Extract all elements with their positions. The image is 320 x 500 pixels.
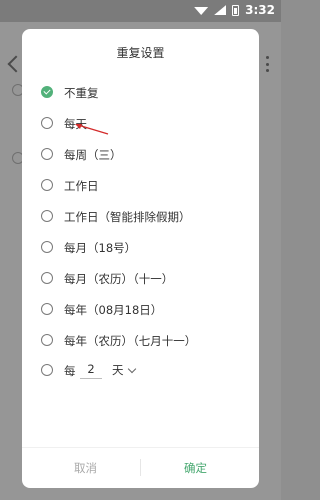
option-label: 每周（三）: [64, 148, 122, 162]
radio-icon[interactable]: [41, 179, 53, 191]
option-label: 不重复: [64, 86, 99, 100]
chevron-down-icon: [127, 364, 136, 373]
radio-icon[interactable]: [41, 334, 53, 346]
option-daily[interactable]: 每天: [22, 108, 259, 139]
confirm-button[interactable]: 确定: [184, 460, 207, 476]
status-bar: 3:32: [0, 0, 281, 22]
option-label: 每月（18号）: [64, 241, 137, 255]
radio-icon[interactable]: [41, 117, 53, 129]
option-workday-smart[interactable]: 工作日（智能排除假期）: [22, 201, 259, 232]
option-label: 工作日: [64, 179, 99, 193]
option-monthly-lunar[interactable]: 每月（农历）（十一）: [22, 263, 259, 294]
signal-icon: [214, 5, 227, 15]
custom-prefix: 每: [64, 364, 76, 378]
option-label: 每年（08月18日）: [64, 303, 163, 317]
interval-input[interactable]: 2: [80, 360, 102, 379]
radio-icon[interactable]: [41, 272, 53, 284]
radio-checked-icon[interactable]: [41, 86, 53, 98]
option-workday[interactable]: 工作日: [22, 170, 259, 201]
option-label: 每月（农历）（十一）: [64, 272, 174, 286]
option-custom-interval[interactable]: 每 2 天: [22, 355, 259, 386]
radio-icon[interactable]: [41, 210, 53, 222]
more-icon: [266, 56, 269, 72]
option-weekly[interactable]: 每周（三）: [22, 139, 259, 170]
unit-dropdown[interactable]: 天: [112, 362, 136, 378]
button-divider: [140, 459, 141, 476]
repeat-options-list: 不重复 每天 每周（三） 工作日 工作日（智能排除假期） 每月（18号） 每月（…: [22, 77, 259, 356]
radio-icon[interactable]: [41, 303, 53, 315]
repeat-settings-dialog: 重复设置 不重复 每天 每周（三） 工作日 工作日（智能排除假期） 每月（18号…: [22, 29, 259, 488]
status-icons: 3:32: [194, 3, 275, 17]
dialog-title: 重复设置: [116, 46, 165, 60]
cancel-button[interactable]: 取消: [74, 460, 97, 476]
status-time: 3:32: [245, 3, 275, 17]
wifi-icon: [194, 5, 208, 15]
option-no-repeat[interactable]: 不重复: [22, 77, 259, 108]
radio-icon[interactable]: [41, 364, 53, 376]
unit-label: 天: [112, 363, 124, 377]
option-yearly-lunar[interactable]: 每年（农历）（七月十一）: [22, 325, 259, 356]
radio-icon[interactable]: [41, 241, 53, 253]
dialog-footer: 取消 确定: [22, 447, 259, 488]
battery-icon: [232, 4, 240, 16]
option-yearly[interactable]: 每年（08月18日）: [22, 294, 259, 325]
option-monthly[interactable]: 每月（18号）: [22, 232, 259, 263]
radio-icon[interactable]: [41, 148, 53, 160]
option-label: 工作日（智能排除假期）: [64, 210, 191, 224]
option-label: 每年（农历）（七月十一）: [64, 334, 197, 348]
annotation-arrow-icon: [75, 124, 109, 135]
